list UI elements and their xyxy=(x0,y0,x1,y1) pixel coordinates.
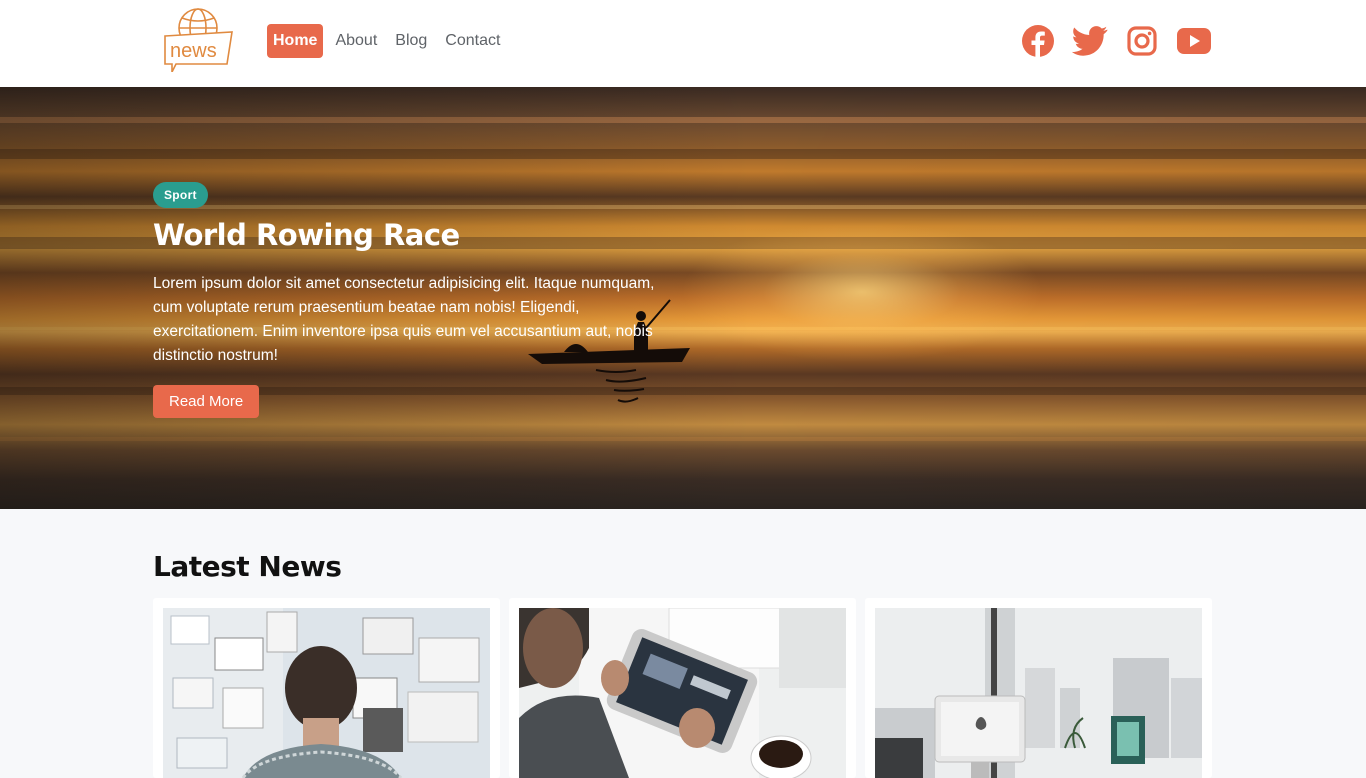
site-header: news Home About Blog Contact xyxy=(0,0,1366,87)
card-image[interactable] xyxy=(519,608,846,778)
youtube-icon[interactable] xyxy=(1176,23,1212,59)
card-image[interactable] xyxy=(875,608,1202,778)
main-nav: Home About Blog Contact xyxy=(267,24,506,58)
news-card[interactable] xyxy=(509,598,856,778)
read-more-button[interactable]: Read More xyxy=(153,385,260,418)
nav-blog[interactable]: Blog xyxy=(389,24,433,58)
nav-about[interactable]: About xyxy=(329,24,383,58)
nav-contact[interactable]: Contact xyxy=(439,24,506,58)
social-links xyxy=(1020,23,1212,59)
card-image[interactable] xyxy=(163,608,490,778)
hero-description: Lorem ipsum dolor sit amet consectetur a… xyxy=(153,275,655,364)
instagram-icon[interactable] xyxy=(1124,23,1160,59)
nav-home[interactable]: Home xyxy=(267,24,324,58)
news-card[interactable] xyxy=(865,598,1212,778)
hero-content: Sport World Rowing Race Lorem ipsum dolo… xyxy=(153,182,673,418)
news-card[interactable] xyxy=(153,598,500,778)
svg-text:news: news xyxy=(170,40,217,62)
hero-title: World Rowing Race xyxy=(153,218,460,252)
category-tag[interactable]: Sport xyxy=(153,182,208,208)
globe-speech-bubble-icon: news xyxy=(164,8,233,73)
section-title: Latest News xyxy=(153,550,342,583)
hero-banner: Sport World Rowing Race Lorem ipsum dolo… xyxy=(0,87,1366,509)
facebook-icon[interactable] xyxy=(1020,23,1056,59)
twitter-icon[interactable] xyxy=(1072,23,1108,59)
news-logo[interactable]: news xyxy=(162,6,234,73)
